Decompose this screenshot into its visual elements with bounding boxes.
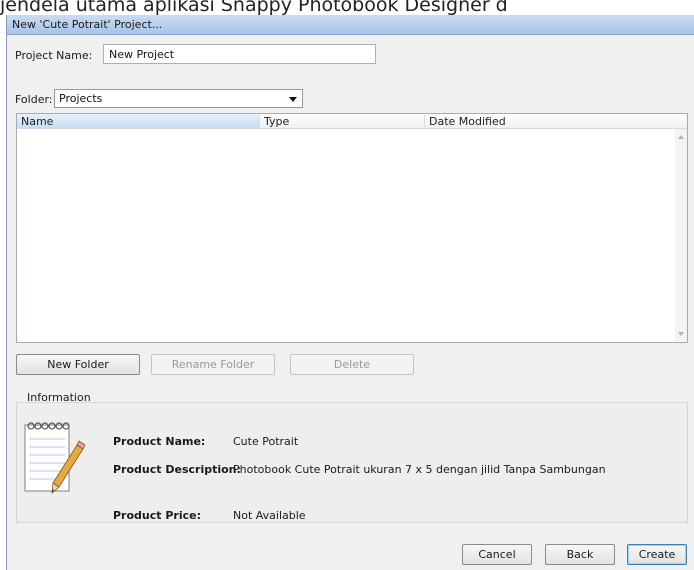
product-price-label: Product Price: [113,509,201,522]
file-list-scrollbar[interactable] [675,129,687,342]
folder-label: Folder: [15,93,53,106]
project-name-input[interactable] [103,44,376,64]
information-panel: Product Name: Cute Potrait Product Descr… [16,402,688,523]
folder-select[interactable]: Projects [54,89,303,108]
delete-button[interactable]: Delete [290,354,414,375]
cancel-button[interactable]: Cancel [462,544,532,565]
scroll-up-icon[interactable] [678,135,684,139]
product-name-value: Cute Potrait [233,435,299,448]
product-description-label: Product Description: [113,463,241,476]
document-caption: jendela utama aplikasi Snappy Photobook … [0,0,508,16]
column-header-date-modified[interactable]: Date Modified [425,114,687,129]
product-price-value: Not Available [233,509,306,522]
dialog-title: New 'Cute Potrait' Project... [12,18,163,31]
folder-select-value: Projects [59,92,103,105]
product-name-label: Product Name: [113,435,206,448]
new-folder-button[interactable]: New Folder [16,354,140,375]
project-name-label: Project Name: [15,49,93,62]
column-header-type[interactable]: Type [260,114,425,129]
new-project-dialog: New 'Cute Potrait' Project... Project Na… [6,15,694,570]
rename-folder-button[interactable]: Rename Folder [151,354,275,375]
dialog-titlebar[interactable]: New 'Cute Potrait' Project... [7,15,694,35]
scroll-down-icon[interactable] [678,332,684,336]
product-description-value: Photobook Cute Potrait ukuran 7 x 5 deng… [233,463,606,476]
create-button[interactable]: Create [627,544,687,565]
notepad-pencil-icon [24,422,86,494]
column-header-name[interactable]: Name [17,114,260,129]
chevron-down-icon [289,97,297,102]
back-button[interactable]: Back [545,544,615,565]
file-list[interactable]: Name Type Date Modified [16,113,688,343]
